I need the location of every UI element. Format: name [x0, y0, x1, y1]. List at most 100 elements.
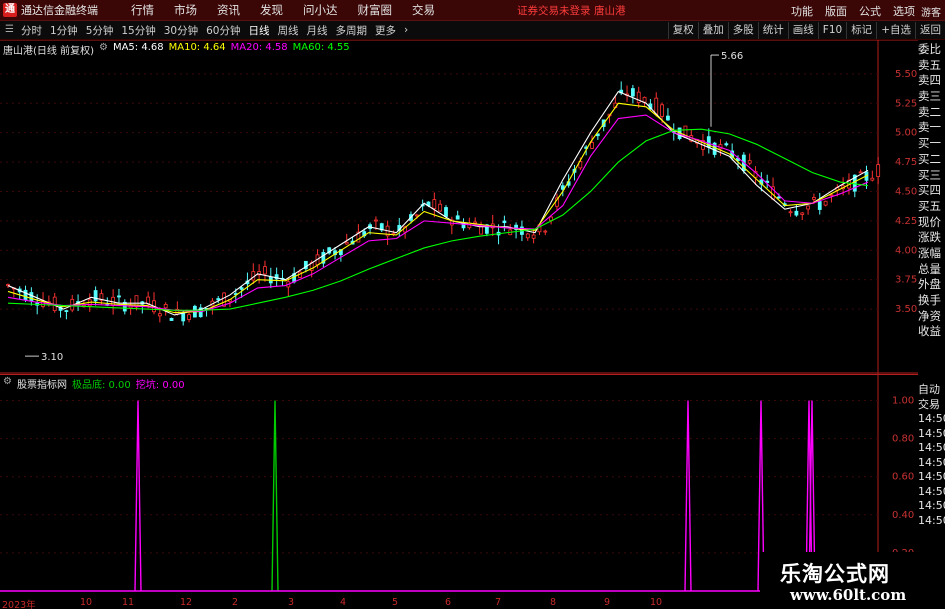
candle-body	[163, 303, 168, 309]
menu-layout[interactable]: 版面	[825, 3, 847, 19]
tick-time: 14:50	[918, 470, 945, 483]
candle-body	[216, 298, 221, 301]
multi-stock-button[interactable]: 多股	[727, 22, 758, 39]
period-30min[interactable]: 30分钟	[164, 23, 198, 38]
label-net-assets[interactable]: 净资	[918, 309, 945, 325]
menu-formula[interactable]: 公式	[859, 3, 881, 19]
back-button[interactable]: 返回	[915, 22, 945, 39]
label-ask3[interactable]: 卖三	[918, 89, 945, 105]
label-order-ratio[interactable]: 委比	[918, 42, 945, 58]
candle-body	[724, 143, 729, 146]
indicator-line2-label: 挖坑: 0.00	[135, 380, 185, 391]
indicator-tick-label: 1.00	[892, 396, 914, 407]
candle-body	[531, 234, 536, 239]
stats-button[interactable]: 统计	[757, 22, 788, 39]
candle-body	[788, 211, 793, 214]
period-multi[interactable]: 多周期	[336, 23, 368, 38]
price-tick-label: 4.25	[895, 216, 917, 227]
date-tick: 10	[650, 597, 663, 608]
period-weekly[interactable]: 周线	[278, 23, 299, 38]
period-15min[interactable]: 15分钟	[121, 23, 155, 38]
adjust-button[interactable]: 复权	[667, 22, 698, 39]
candle-body	[473, 221, 478, 224]
label-change[interactable]: 涨跌	[918, 230, 945, 246]
tick-time: 14:50	[918, 441, 945, 454]
period-60min[interactable]: 60分钟	[206, 23, 240, 38]
hamburger-icon[interactable]: ☰	[5, 24, 17, 36]
visitor-label[interactable]: 游客	[921, 4, 941, 19]
menu-wealth[interactable]: 财富圈	[358, 2, 393, 18]
login-status[interactable]: 证券交易未登录	[517, 3, 591, 18]
add-watchlist-button[interactable]: +自选	[876, 22, 915, 39]
period-daily[interactable]: 日线	[249, 23, 270, 38]
f10-button[interactable]: F10	[817, 22, 846, 39]
label-bid4[interactable]: 买四	[918, 183, 945, 199]
gear-icon[interactable]: ⚙	[99, 42, 108, 57]
label-ask5[interactable]: 卖五	[918, 58, 945, 74]
menu-market[interactable]: 市场	[174, 2, 197, 18]
date-tick: 6	[445, 597, 452, 608]
period-more[interactable]: 更多	[375, 23, 396, 38]
trade-label[interactable]: 交易	[918, 398, 945, 413]
price-tick-label: 3.50	[895, 304, 917, 315]
label-bid2[interactable]: 买二	[918, 152, 945, 168]
draw-line-button[interactable]: 画线	[787, 22, 818, 39]
label-price[interactable]: 现价	[918, 215, 945, 231]
label-turnover[interactable]: 换手	[918, 293, 945, 309]
period-monthly[interactable]: 月线	[307, 23, 328, 38]
menu-trade[interactable]: 交易	[412, 2, 435, 18]
chart-toolbar-right: 复权 叠加 多股 统计 画线 F10 标记 +自选 返回	[667, 21, 945, 40]
date-tick: 5	[392, 597, 399, 608]
more-chevron-icon[interactable]: ›	[404, 24, 408, 36]
candle-body	[794, 210, 799, 216]
candle-body	[157, 313, 162, 317]
mark-button[interactable]: 标记	[846, 22, 876, 39]
candle-body	[263, 266, 267, 275]
label-bid5[interactable]: 买五	[918, 199, 945, 215]
indicator-tick-label: 0.80	[892, 434, 914, 445]
label-ask1[interactable]: 卖一	[918, 120, 945, 136]
candle-body	[432, 199, 437, 209]
label-change-pct[interactable]: 涨幅	[918, 246, 945, 262]
label-volume[interactable]: 总量	[918, 262, 945, 278]
candle-body	[117, 295, 121, 298]
menu-functions[interactable]: 功能	[791, 3, 813, 19]
candle-body	[800, 212, 805, 215]
menu-options[interactable]: 选项	[893, 3, 915, 19]
label-ask4[interactable]: 卖四	[918, 73, 945, 89]
label-earnings[interactable]: 收益	[918, 324, 945, 340]
date-tick: 2023年	[2, 600, 36, 609]
candle-body	[642, 96, 647, 103]
candle-body	[870, 177, 875, 181]
date-tick: 9	[604, 597, 611, 608]
menu-quotes[interactable]: 行情	[131, 2, 154, 18]
candle-body	[776, 196, 781, 199]
period-5min[interactable]: 5分钟	[86, 23, 114, 38]
candle-body	[93, 290, 98, 302]
tick-time: 14:50	[918, 412, 945, 425]
period-1min[interactable]: 1分钟	[50, 23, 78, 38]
app-title: 通达信金融终端	[21, 4, 98, 17]
candle-body	[344, 241, 349, 245]
label-bid1[interactable]: 买一	[918, 136, 945, 152]
overlay-button[interactable]: 叠加	[697, 22, 728, 39]
candle-body	[438, 203, 443, 212]
candle-body	[590, 142, 594, 149]
menu-discover[interactable]: 发现	[260, 2, 283, 18]
date-tick: 2	[232, 597, 239, 608]
candle-body	[747, 160, 752, 164]
candle-body	[817, 201, 822, 210]
menu-ask[interactable]: 问小达	[303, 2, 338, 18]
date-tick: 7	[495, 597, 502, 608]
period-intraday[interactable]: 分时	[21, 23, 42, 38]
candle-body	[876, 164, 881, 177]
high-price-label: 5.66	[721, 51, 743, 62]
indicator-line1-label: 极品底: 0.00	[71, 380, 131, 391]
candlestick-chart[interactable]: 5.50 5.25 5.00 4.75 4.50 4.25 4.00 3.75 3.50 5.6…	[0, 40, 918, 374]
label-bid3[interactable]: 买三	[918, 168, 945, 184]
label-ask2[interactable]: 卖二	[918, 105, 945, 121]
indicator-gear-icon[interactable]: ⚙	[3, 376, 12, 391]
menu-news[interactable]: 资讯	[217, 2, 240, 18]
label-outer-volume[interactable]: 外盘	[918, 277, 945, 293]
auto-label[interactable]: 自动	[918, 383, 945, 398]
